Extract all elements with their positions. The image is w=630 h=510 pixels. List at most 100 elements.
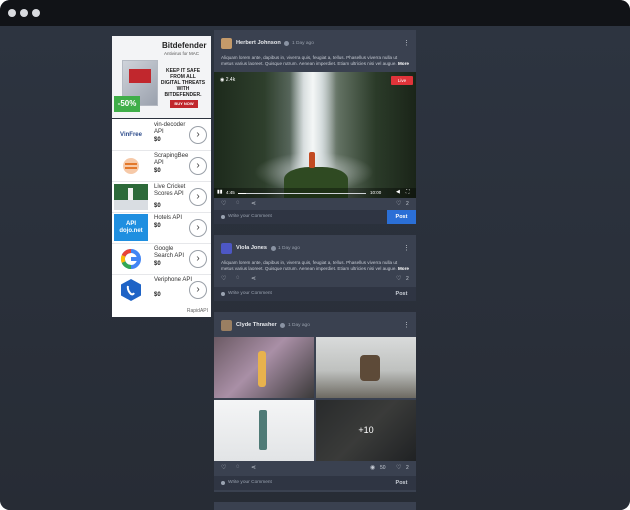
rapidapi-label: RapidAPI — [186, 308, 208, 314]
like-icon[interactable]: ♡ — [221, 275, 226, 282]
share-icon[interactable]: ⋖ — [251, 200, 256, 207]
volume-icon[interactable]: ◀ — [396, 189, 400, 195]
ad-banner[interactable]: Bitdefender Antivirus for MAC KEEP IT SA… — [112, 36, 211, 118]
feed-post: Viola Jones 1 Day ago ⋮ Aliquam lorem an… — [214, 235, 416, 301]
verified-icon — [284, 41, 289, 46]
api-list-item[interactable]: Live Cricket Scores API $0 › — [112, 181, 211, 213]
comment-bar: Write your Comment Post — [214, 287, 416, 301]
share-icon[interactable]: ⋖ — [251, 275, 256, 282]
video-duration: 10:00 — [370, 190, 382, 195]
like-icon[interactable]: ♡ — [221, 200, 226, 207]
post-header: Clyde Thrasher 1 Day ago ⋮ — [214, 312, 416, 336]
chevron-right-icon[interactable]: › — [189, 188, 207, 206]
video-progress-bar[interactable] — [238, 192, 366, 194]
video-person — [309, 152, 315, 168]
post-comment-button[interactable]: Post — [387, 287, 416, 301]
chevron-right-icon[interactable]: › — [189, 126, 207, 144]
more-link[interactable]: More — [398, 266, 409, 271]
api-list-item[interactable]: Google Search API $0 › — [112, 243, 211, 275]
author-name[interactable]: Herbert Johnson — [236, 40, 281, 46]
photo-grid: +10 — [214, 337, 416, 461]
api-name: ScrapingBee API — [154, 153, 189, 166]
author-name[interactable]: Clyde Thrasher — [236, 322, 277, 328]
photo-turtle[interactable]: +10 — [316, 400, 416, 461]
api-list-item[interactable]: ScrapingBee API $0 › — [112, 150, 211, 182]
post-comment-button[interactable]: Post — [387, 210, 416, 224]
like-count: 2 — [406, 465, 409, 471]
chevron-right-icon[interactable]: › — [189, 281, 207, 299]
author-name[interactable]: Viola Jones — [236, 245, 267, 251]
api-name: Hotels API — [154, 215, 183, 221]
video-player[interactable]: ◉ 2.4k Live ▮▮ 4:45 10:00 ◀ ⛶ — [214, 72, 416, 198]
post-header: Herbert Johnson 1 Day ago ⋮ — [214, 30, 416, 54]
heart-icon[interactable]: ♡ — [396, 464, 401, 471]
window-dot-icon[interactable] — [20, 9, 28, 17]
chevron-right-icon[interactable]: › — [189, 157, 207, 175]
api-ad-list: VinFree vin-decoder API $0 › ScrapingBee… — [112, 119, 211, 317]
api-price: $0 — [154, 203, 161, 209]
browser-window: Bitdefender Antivirus for MAC KEEP IT SA… — [0, 0, 630, 510]
comment-input[interactable]: Write your Comment — [228, 214, 272, 219]
comment-input[interactable]: Write your Comment — [228, 291, 272, 296]
api-price: $0 — [154, 137, 161, 143]
api-name: Veriphone API — [154, 277, 193, 283]
vinfree-logo-icon: VinFree — [120, 131, 142, 138]
window-dot-icon[interactable] — [8, 9, 16, 17]
fullscreen-icon[interactable]: ⛶ — [406, 189, 410, 195]
comment-bar: Write your Comment Post — [214, 210, 416, 224]
post-actions: ♡ ◌ ⋖ ♡ 2 — [214, 273, 416, 287]
video-elapsed: 4:45 — [226, 190, 235, 195]
play-icon[interactable]: ▮▮ — [217, 189, 223, 195]
more-options-icon[interactable]: ⋮ — [403, 321, 410, 329]
window-dot-icon[interactable] — [32, 9, 40, 17]
comment-icon[interactable]: ◌ — [236, 200, 240, 206]
post-header: Viola Jones 1 Day ago ⋮ — [214, 235, 416, 259]
ad-buy-now-button[interactable]: BUY NOW — [170, 100, 198, 108]
user-dot-icon — [221, 481, 225, 485]
deer-shape — [360, 355, 380, 381]
google-logo-icon — [114, 245, 148, 272]
ad-brand: Bitdefender — [162, 41, 207, 50]
page-content: Bitdefender Antivirus for MAC KEEP IT SA… — [0, 26, 630, 510]
avatar[interactable] — [221, 38, 232, 49]
comment-icon[interactable]: ◌ — [236, 464, 240, 470]
comment-icon[interactable]: ◌ — [236, 275, 240, 281]
avatar[interactable] — [221, 243, 232, 254]
api-price: $0 — [154, 223, 161, 229]
post-time: 1 Day ago — [292, 40, 314, 46]
photo-deer[interactable] — [316, 337, 416, 398]
more-options-icon[interactable]: ⋮ — [403, 244, 410, 252]
api-name: Google Search API — [154, 246, 185, 259]
photo-statue[interactable] — [214, 400, 314, 461]
cricket-logo-icon — [114, 183, 148, 210]
more-options-icon[interactable]: ⋮ — [403, 39, 410, 47]
heart-icon[interactable]: ♡ — [396, 275, 401, 282]
api-list-item[interactable]: VinFree vin-decoder API $0 › — [112, 119, 211, 151]
feed-post: Herbert Johnson 1 Day ago ⋮ Aliquam lore… — [214, 30, 416, 224]
share-icon[interactable]: ⋖ — [251, 464, 256, 471]
lamp-shape — [258, 351, 266, 387]
more-photos-count[interactable]: +10 — [316, 400, 416, 461]
like-icon[interactable]: ♡ — [221, 464, 226, 471]
api-list-item[interactable]: Veriphone API $0 › — [112, 274, 211, 305]
photo-lamp[interactable] — [214, 337, 314, 398]
chevron-right-icon[interactable]: › — [189, 250, 207, 268]
api-list-item[interactable]: API dojo.net Hotels API $0 › — [112, 212, 211, 244]
more-link[interactable]: More — [398, 61, 409, 66]
view-count: ◉ 2.4k — [220, 77, 236, 83]
ad-discount-badge: -50% — [114, 96, 140, 112]
avatar[interactable] — [221, 320, 232, 331]
comment-bar: Write your Comment Post — [214, 476, 416, 490]
verified-icon — [280, 323, 285, 328]
api-price: $0 — [154, 168, 161, 174]
chevron-right-icon[interactable]: › — [189, 219, 207, 237]
comment-input[interactable]: Write your Comment — [228, 480, 272, 485]
like-count: 2 — [406, 276, 409, 282]
post-text: Aliquam lorem ante, dapibus in, viverra … — [221, 55, 409, 67]
ad-tagline: KEEP IT SAFE FROM ALL DIGITAL THREATS WI… — [160, 68, 206, 98]
post-actions: ♡ ◌ ⋖ ◉ 50 ♡ 2 — [214, 462, 416, 476]
view-count: 50 — [380, 465, 386, 471]
heart-icon[interactable]: ♡ — [396, 200, 401, 207]
post-comment-button[interactable]: Post — [387, 476, 416, 490]
apidojo-logo-icon: API dojo.net — [114, 214, 148, 241]
